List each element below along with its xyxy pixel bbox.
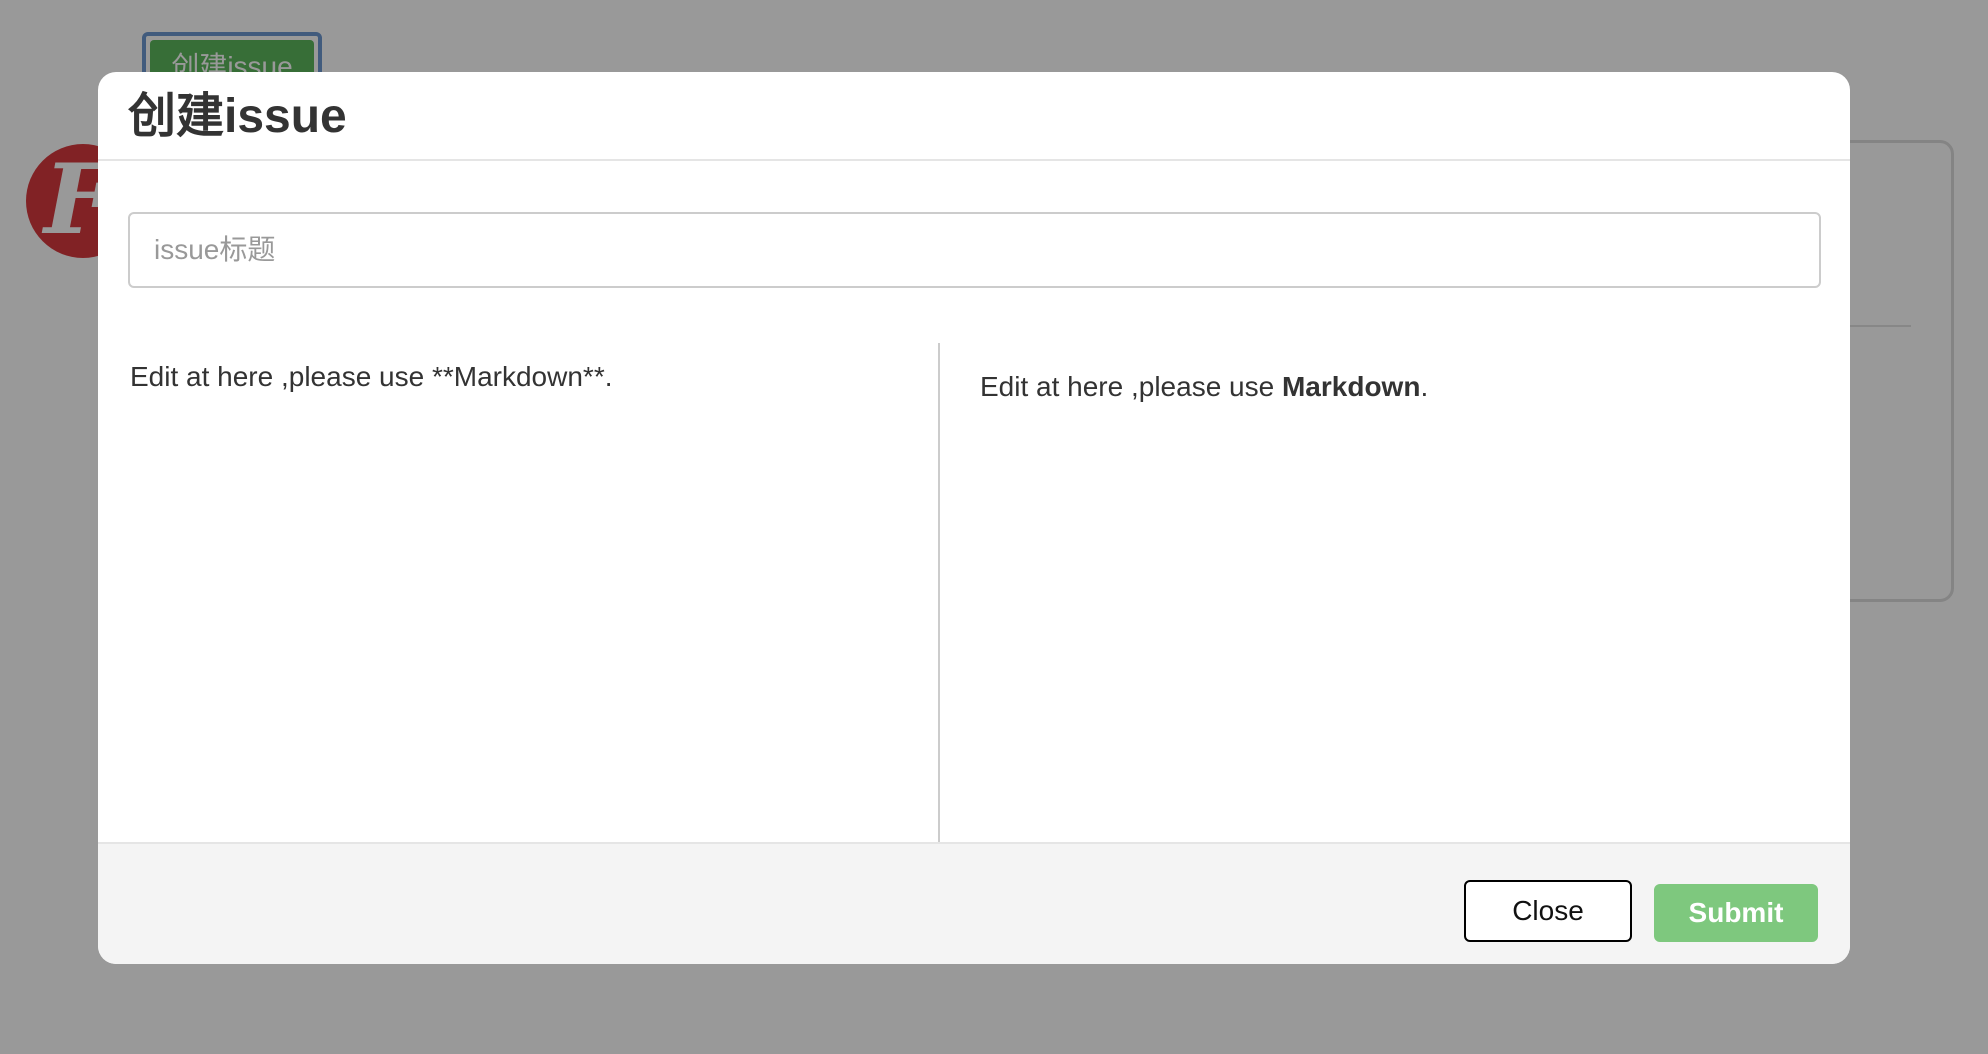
modal-title: 创建issue: [128, 90, 347, 143]
preview-text-end: .: [1420, 371, 1429, 402]
issue-title-input[interactable]: [128, 212, 1821, 288]
preview-text: Edit at here ,please use: [980, 371, 1282, 402]
close-button[interactable]: Close: [1464, 880, 1632, 942]
preview-bold-text: Markdown: [1281, 371, 1421, 402]
markdown-editor: Edit at here ,please use **Markdown**.: [128, 343, 940, 903]
create-issue-dialog: 创建issue Edit at here ,please use **Markd…: [98, 72, 1850, 964]
modal-footer: Close Submit: [98, 842, 1850, 964]
modal-header: 创建issue: [98, 72, 1850, 161]
markdown-preview: Edit at here ,please use Markdown.: [980, 343, 1820, 903]
markdown-textarea[interactable]: Edit at here ,please use **Markdown**.: [128, 343, 940, 903]
submit-button[interactable]: Submit: [1654, 884, 1818, 942]
